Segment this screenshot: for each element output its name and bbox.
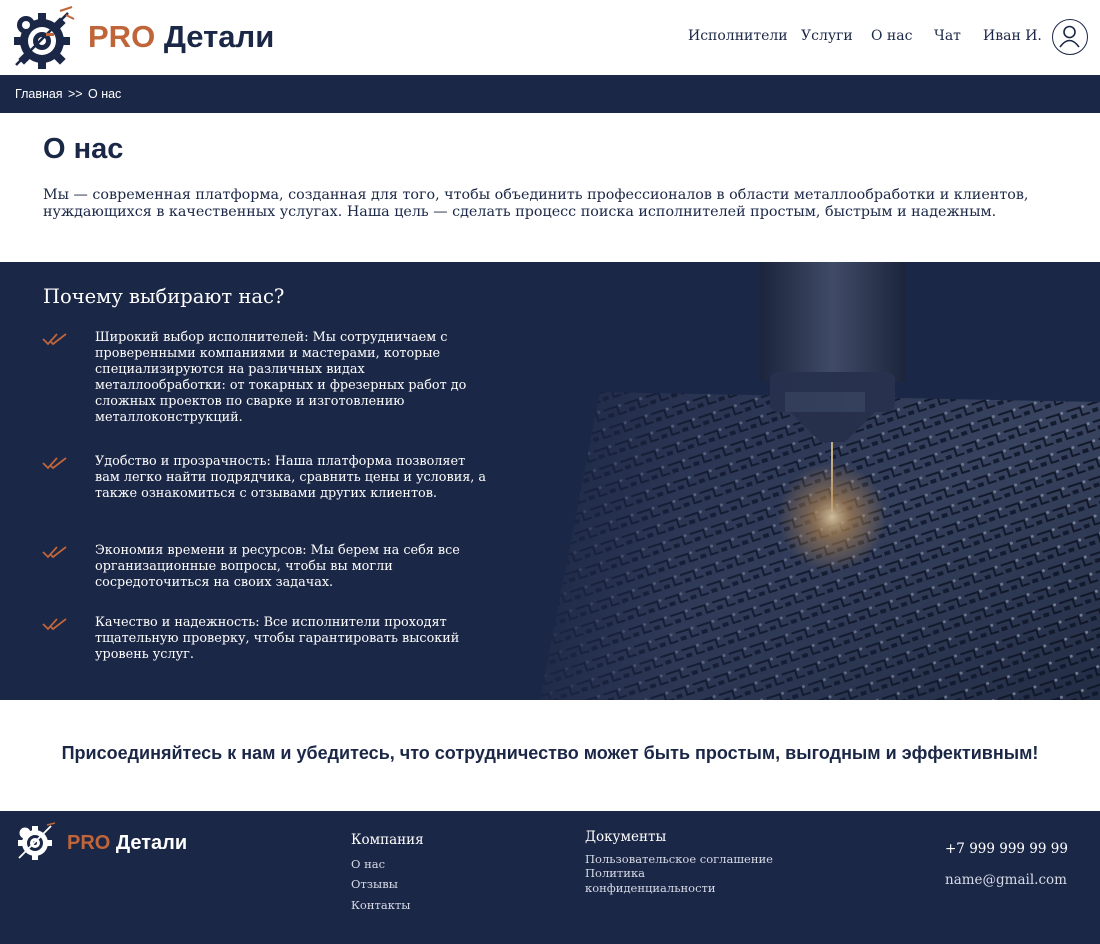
footer-link-contacts[interactable]: Контакты — [351, 898, 410, 912]
double-check-icon — [42, 618, 67, 631]
footer-link-privacy-policy[interactable]: Политика конфиденциальности — [585, 866, 735, 895]
double-check-icon — [42, 333, 67, 346]
brand-pro: PRO — [88, 19, 156, 54]
nav-item-performers[interactable]: Исполнители — [688, 28, 788, 44]
footer-link-reviews[interactable]: Отзывы — [351, 877, 398, 891]
feature-text: Удобство и прозрачность: Наша платформа … — [95, 454, 487, 501]
why-us-section: Почему выбирают нас? Широкий выбор испол… — [0, 262, 1100, 700]
footer-brand-logo[interactable]: PRO Детали — [67, 832, 187, 855]
breadcrumb: Главная >> О нас — [0, 75, 1100, 113]
nav-item-user-name[interactable]: Иван И. — [983, 28, 1042, 44]
nav-item-services[interactable]: Услуги — [801, 28, 853, 44]
brand-name: Детали — [163, 19, 275, 54]
feature-text: Широкий выбор исполнителей: Мы сотруднич… — [95, 330, 467, 425]
breadcrumb-home-link[interactable]: Главная — [15, 87, 63, 101]
feature-text: Качество и надежность: Все исполнители п… — [95, 615, 460, 662]
gear-cnc-logo-icon[interactable] — [10, 5, 78, 71]
footer-documents-heading: Документы — [585, 829, 667, 845]
footer-phone[interactable]: +7 999 999 99 99 — [945, 841, 1068, 857]
user-avatar-button[interactable] — [1052, 19, 1088, 55]
footer-brand-pro: PRO — [67, 832, 111, 854]
double-check-icon — [42, 546, 67, 559]
brand-logo[interactable]: PRO Детали — [88, 19, 274, 55]
page-title: О нас — [43, 133, 124, 165]
gear-cnc-logo-icon[interactable] — [15, 821, 57, 861]
footer-company-heading: Компания — [351, 832, 424, 848]
site-header: PRO Детали Исполнители Услуги О нас Чат … — [0, 0, 1100, 75]
user-circle-icon — [1059, 25, 1080, 48]
nav-item-chat[interactable]: Чат — [934, 28, 961, 44]
site-footer: PRO Детали Компания О нас Отзывы Контакт… — [0, 811, 1100, 944]
cta-banner: Присоединяйтесь к нам и убедитесь, что с… — [61, 743, 1039, 763]
double-check-icon — [42, 457, 67, 470]
footer-link-about[interactable]: О нас — [351, 857, 385, 871]
footer-email[interactable]: name@gmail.com — [945, 872, 1067, 888]
intro-paragraph: Мы — современная платформа, созданная дл… — [43, 187, 1029, 220]
nav-item-about[interactable]: О нас — [871, 28, 912, 44]
breadcrumb-current: О нас — [88, 87, 122, 101]
footer-link-user-agreement[interactable]: Пользовательское соглашение — [585, 852, 785, 867]
footer-brand-name: Детали — [115, 832, 188, 854]
feature-text: Экономия времени и ресурсов: Мы берем на… — [95, 543, 460, 590]
breadcrumb-separator: >> — [68, 87, 83, 101]
why-us-title: Почему выбирают нас? — [43, 285, 285, 308]
